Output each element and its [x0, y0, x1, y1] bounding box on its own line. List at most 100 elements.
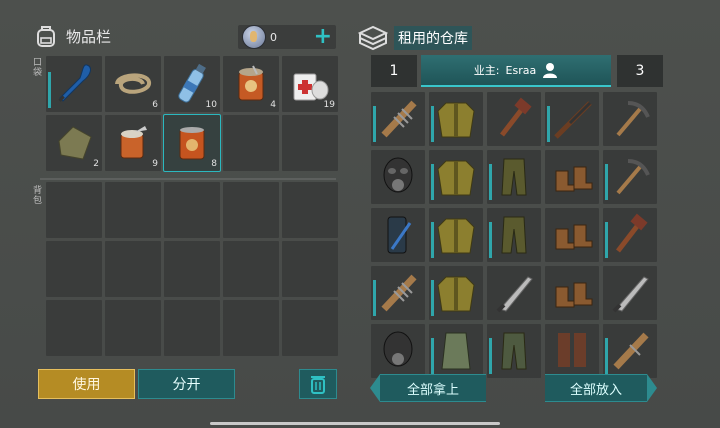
warehouse-slot[interactable] [545, 92, 599, 146]
warehouse-slot[interactable] [603, 266, 657, 320]
warehouse-box-icon [358, 25, 388, 51]
backpack-slot[interactable] [164, 241, 220, 297]
backpack-slot[interactable] [46, 241, 102, 297]
section-divider [40, 178, 336, 180]
inventory-slot-selected[interactable]: 8 [163, 114, 221, 172]
warehouse-slot[interactable] [371, 266, 425, 320]
inventory-header: 物品栏 [34, 24, 111, 48]
warehouse-slot[interactable] [429, 266, 483, 320]
jacket-icon [437, 160, 475, 196]
durability-bar [48, 72, 51, 108]
warehouse-slot[interactable] [429, 208, 483, 262]
backpack-label: 背包 [33, 186, 43, 206]
backpack-slot[interactable] [223, 182, 279, 238]
warehouse-slot[interactable] [545, 208, 599, 262]
vest-icon [441, 332, 471, 370]
trash-icon [311, 376, 325, 394]
gas-mask-icon [383, 331, 413, 367]
backpack-slot[interactable] [223, 300, 279, 356]
owner-name: Esraa [505, 63, 537, 77]
backpack-icon [37, 26, 55, 47]
backpack-slot[interactable] [164, 300, 220, 356]
warehouse-slot[interactable] [487, 324, 541, 378]
backpack-slot[interactable] [164, 182, 220, 238]
item-count: 8 [211, 159, 217, 169]
item-count: 2 [93, 159, 99, 169]
home-indicator[interactable] [210, 422, 500, 425]
durability-bar [489, 338, 492, 374]
warehouse-slot[interactable] [371, 150, 425, 204]
warehouse-slot[interactable] [603, 324, 657, 378]
backpack-slot[interactable] [46, 300, 102, 356]
warehouse-slot[interactable] [487, 150, 541, 204]
inventory-slot[interactable]: 19 [282, 56, 338, 112]
warehouse-slot[interactable] [429, 150, 483, 204]
plus-icon[interactable]: + [314, 26, 332, 48]
inventory-slot[interactable] [46, 56, 102, 112]
inventory-slot[interactable]: 10 [164, 56, 220, 112]
backpack-slot[interactable] [282, 241, 338, 297]
inventory-slot[interactable]: 4 [223, 56, 279, 112]
backpack-slot[interactable] [105, 300, 161, 356]
split-button[interactable]: 分开 [138, 369, 235, 399]
inventory-slot[interactable]: 6 [105, 56, 161, 112]
inventory-slot-empty[interactable] [223, 115, 279, 171]
rope-icon [115, 73, 151, 94]
inventory-slot[interactable]: 2 [46, 115, 102, 171]
warehouse-slot[interactable] [487, 92, 541, 146]
warehouse-slot[interactable] [603, 150, 657, 204]
machete-icon [612, 276, 649, 313]
pants-icon [501, 158, 527, 196]
warehouse-slot[interactable] [545, 266, 599, 320]
backpack-slot[interactable] [223, 241, 279, 297]
pickaxe-icon [616, 159, 650, 195]
hammer-icon [616, 213, 648, 253]
backpack-slot[interactable] [46, 182, 102, 238]
durability-bar [489, 164, 492, 200]
take-all-button[interactable]: 全部拿上 [370, 374, 486, 402]
pants-icon [501, 332, 527, 370]
tab-owner[interactable]: 业主: Esraa [421, 55, 611, 87]
warehouse-slot[interactable] [545, 150, 599, 204]
warehouse-slot[interactable] [603, 208, 657, 262]
backpack-slot[interactable] [105, 241, 161, 297]
gas-mask-icon [383, 157, 413, 193]
backpack-slot[interactable] [282, 300, 338, 356]
inventory-title: 物品栏 [66, 27, 112, 46]
warehouse-slot[interactable] [429, 324, 483, 378]
tab-3[interactable]: 3 [617, 55, 663, 87]
machete-icon [496, 276, 533, 313]
use-button[interactable]: 使用 [38, 369, 135, 399]
item-count: 4 [270, 100, 276, 110]
item-count: 10 [205, 100, 217, 110]
pants-icon [501, 216, 527, 254]
jacket-icon [437, 102, 475, 138]
take-all-label: 全部拿上 [406, 382, 459, 398]
user-icon [543, 63, 558, 78]
boots-icon [555, 282, 593, 308]
warehouse-slot[interactable] [545, 324, 599, 378]
warehouse-slot[interactable] [371, 92, 425, 146]
currency-box: 0 + [238, 25, 336, 49]
warehouse-slot[interactable] [371, 324, 425, 378]
tall-boots-icon [558, 333, 586, 367]
durability-bar [489, 222, 492, 258]
tab-1[interactable]: 1 [371, 55, 417, 87]
durability-bar [431, 338, 434, 374]
backpack-slot[interactable] [282, 182, 338, 238]
warehouse-slot[interactable] [371, 208, 425, 262]
put-all-label: 全部放入 [569, 382, 622, 398]
trash-button[interactable] [299, 369, 337, 399]
inventory-slot[interactable]: 9 [105, 115, 161, 171]
arrow-left-icon [370, 374, 380, 402]
warehouse-slot[interactable] [429, 92, 483, 146]
warehouse-slot[interactable] [487, 208, 541, 262]
spiked-bat-icon [381, 100, 417, 138]
backpack-slot[interactable] [105, 182, 161, 238]
jacket-icon [437, 218, 475, 254]
warehouse-slot[interactable] [603, 92, 657, 146]
stew-can-icon [238, 65, 264, 101]
put-all-button[interactable]: 全部放入 [545, 374, 657, 402]
inventory-slot-empty[interactable] [282, 115, 338, 171]
warehouse-slot[interactable] [487, 266, 541, 320]
